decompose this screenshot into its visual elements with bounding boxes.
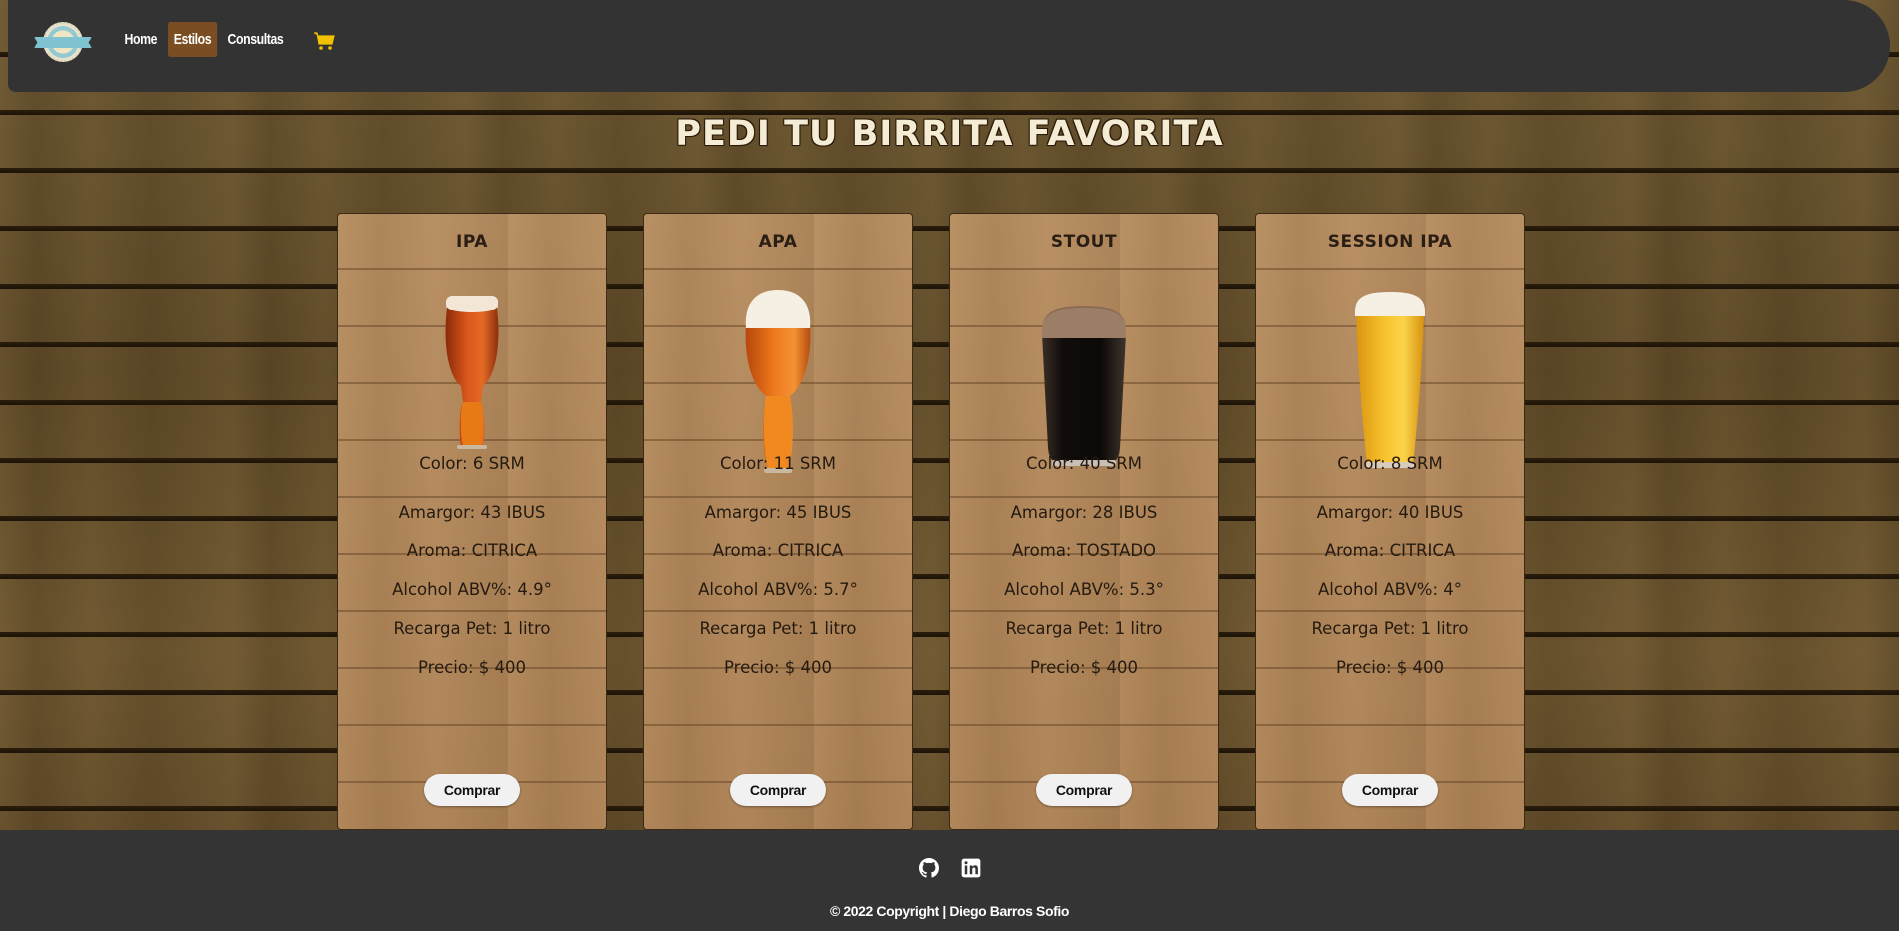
buy-button[interactable]: Comprar xyxy=(424,774,520,806)
spec-alcohol: Alcohol ABV%: 4° xyxy=(1317,580,1463,599)
brewery-logo-icon[interactable] xyxy=(34,22,92,66)
spec-price: Precio: $ 400 xyxy=(417,658,527,677)
spec-bitterness: Amargor: 43 IBUS xyxy=(398,503,546,522)
stout-glass-image xyxy=(1041,306,1127,466)
buy-button[interactable]: Comprar xyxy=(1036,774,1132,806)
session-ipa-glass-image xyxy=(1354,292,1426,468)
nav-link-estilos[interactable]: Estilos xyxy=(167,22,217,57)
buy-button[interactable]: Comprar xyxy=(1342,774,1438,806)
apa-glass-image xyxy=(745,290,811,473)
spec-aroma: Aroma: CITRICA xyxy=(406,541,538,560)
spec-color: Color: 40 SRM xyxy=(1025,454,1142,473)
beer-card-apa: APA Color: 11 SRM Amargor: 45 IBUS Aroma… xyxy=(643,213,913,830)
spec-alcohol: Alcohol ABV%: 5.3° xyxy=(1004,580,1164,599)
beer-card-ipa: IPA Color: 6 SRM Amargor: 43 IBUS Aroma:… xyxy=(337,213,607,830)
spec-color: Color: 8 SRM xyxy=(1337,454,1443,473)
nav-links: Home Estilos Consultas xyxy=(118,22,337,57)
spec-bitterness: Amargor: 28 IBUS xyxy=(1010,503,1158,522)
github-icon[interactable] xyxy=(918,858,939,882)
beer-card-session-ipa: SESSION IPA Color: 8 SRM Amargor: 40 IBU… xyxy=(1255,213,1525,830)
card-title: SESSION IPA xyxy=(1327,232,1453,252)
spec-price: Precio: $ 400 xyxy=(723,658,833,677)
beer-card-stout: STOUT Color: 40 SRM Amargor: 28 IBUS Aro… xyxy=(949,213,1219,830)
spec-price: Precio: $ 400 xyxy=(1029,658,1139,677)
nav-link-consultas[interactable]: Consultas xyxy=(221,22,290,57)
spec-color: Color: 11 SRM xyxy=(719,454,836,473)
footer-social-links xyxy=(0,858,1899,882)
footer: © 2022 Copyright | Diego Barros Sofio xyxy=(0,830,1899,931)
spec-refill: Recarga Pet: 1 litro xyxy=(393,619,551,638)
spec-aroma: Aroma: TOSTADO xyxy=(1011,541,1157,560)
card-title: IPA xyxy=(456,232,488,252)
spec-bitterness: Amargor: 40 IBUS xyxy=(1316,503,1464,522)
spec-refill: Recarga Pet: 1 litro xyxy=(1311,619,1469,638)
spec-color: Color: 6 SRM xyxy=(419,454,525,473)
spec-alcohol: Alcohol ABV%: 4.9° xyxy=(392,580,552,599)
buy-button[interactable]: Comprar xyxy=(730,774,826,806)
spec-refill: Recarga Pet: 1 litro xyxy=(699,619,857,638)
page-title: PEDI TU BIRRITA FAVORITA xyxy=(675,114,1224,154)
beer-cards: IPA Color: 6 SRM Amargor: 43 IBUS Aroma:… xyxy=(337,213,1525,830)
spec-bitterness: Amargor: 45 IBUS xyxy=(704,503,852,522)
linkedin-icon[interactable] xyxy=(961,858,981,882)
card-title: STOUT xyxy=(1050,232,1118,252)
card-title: APA xyxy=(758,232,798,252)
spec-alcohol: Alcohol ABV%: 5.7° xyxy=(698,580,858,599)
nav-link-home[interactable]: Home xyxy=(118,22,164,57)
navbar: Home Estilos Consultas xyxy=(8,0,1890,92)
copyright-text: © 2022 Copyright | Diego Barros Sofio xyxy=(829,903,1070,919)
cart-icon[interactable] xyxy=(313,29,337,53)
spec-refill: Recarga Pet: 1 litro xyxy=(1005,619,1163,638)
ipa-glass-image xyxy=(445,296,499,449)
spec-price: Precio: $ 400 xyxy=(1335,658,1445,677)
spec-aroma: Aroma: CITRICA xyxy=(712,541,844,560)
spec-aroma: Aroma: CITRICA xyxy=(1324,541,1456,560)
